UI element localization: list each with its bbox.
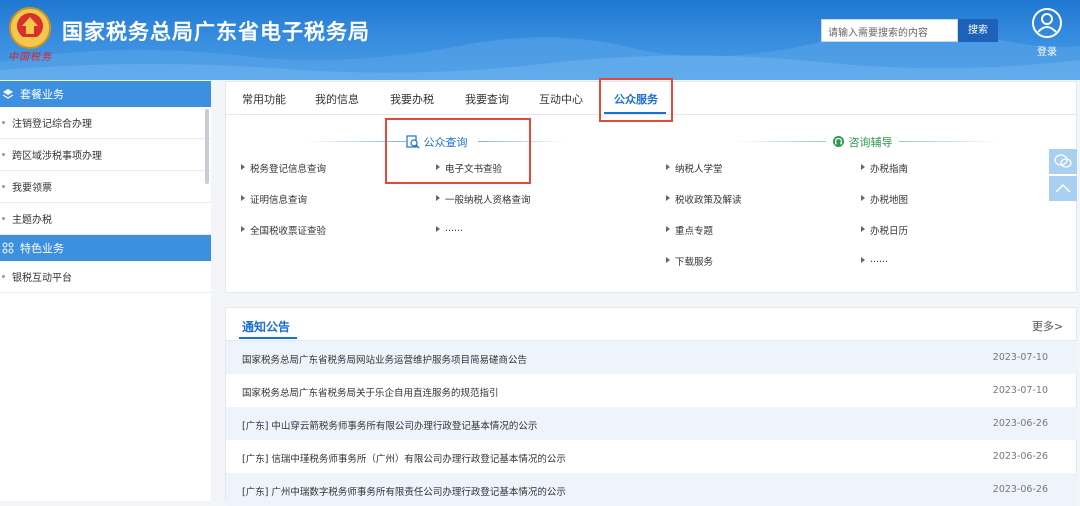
link-tax-registration-query[interactable]: 税务登记信息查询 bbox=[241, 161, 326, 175]
notice-row[interactable]: 国家税务总局广东省税务局网站业务运营维护服务项目简易磋商公告 2023-07-1… bbox=[226, 341, 1078, 374]
divider-line bbox=[899, 141, 999, 142]
notice-title-underline bbox=[239, 337, 297, 339]
sidebar-item-label: 跨区域涉税事项办理 bbox=[12, 151, 102, 162]
chat-icon bbox=[1054, 154, 1072, 168]
headset-icon bbox=[833, 136, 844, 147]
tab-tax-handling[interactable]: 我要办税 bbox=[390, 91, 434, 107]
notice-date: 2023-06-26 bbox=[992, 418, 1048, 429]
link-tax-receipt-check[interactable]: 全国税收票证查验 bbox=[241, 223, 326, 237]
notice-text[interactable]: 国家税务总局广东省税务局网站业务运营维护服务项目简易磋商公告 bbox=[242, 352, 527, 366]
tax-emblem-icon bbox=[9, 7, 51, 49]
link-e-document-check[interactable]: 电子文书查验 bbox=[436, 161, 502, 175]
notice-text[interactable]: [广东] 信瑞中瑾税务师事务所（广州）有限公司办理行政登记基本情况的公示 bbox=[242, 451, 566, 465]
chat-float-button[interactable] bbox=[1049, 149, 1077, 174]
notice-date: 2023-07-10 bbox=[992, 385, 1048, 396]
link-certificate-query[interactable]: 证明信息查询 bbox=[241, 192, 307, 206]
notice-date: 2023-06-26 bbox=[992, 484, 1048, 495]
brand-seal: 中国税务 bbox=[8, 52, 52, 63]
notice-panel: 通知公告 更多> 国家税务总局广东省税务局网站业务运营维护服务项目简易磋商公告 … bbox=[225, 307, 1078, 506]
link-tax-map[interactable]: 办税地图 bbox=[861, 192, 908, 206]
notice-row[interactable]: 国家税务总局广东省税务局关于乐企自用直连服务的规范指引 2023-07-10 bbox=[226, 374, 1078, 407]
link-tax-calendar[interactable]: 办税日历 bbox=[861, 223, 908, 237]
notice-row[interactable]: [广东] 广州中瑞数字税务师事务所有限责任公司办理行政登记基本情况的公示 202… bbox=[226, 473, 1078, 506]
service-panel: 常用功能 我的信息 我要办税 我要查询 互动中心 公众服务 公众查询 税务登记信… bbox=[225, 78, 1078, 293]
link-tax-policy[interactable]: 税收政策及解读 bbox=[666, 192, 742, 206]
login-button[interactable]: 登录 bbox=[1030, 8, 1064, 58]
sidebar-item-invoice[interactable]: 我要领票 bbox=[0, 171, 211, 203]
tab-my-info[interactable]: 我的信息 bbox=[315, 91, 359, 107]
notice-text[interactable]: [广东] 中山穿云箭税务师事务所有限公司办理行政登记基本情况的公示 bbox=[242, 418, 537, 432]
login-label: 登录 bbox=[1037, 47, 1057, 58]
sidebar: 套餐业务 注销登记综合办理 跨区域涉税事项办理 我要领票 主题办税 特色业务 银… bbox=[0, 81, 211, 501]
notice-row[interactable]: [广东] 信瑞中瑾税务师事务所（广州）有限公司办理行政登记基本情况的公示 202… bbox=[226, 440, 1078, 473]
link-more-query[interactable]: ...... bbox=[436, 223, 463, 234]
bullet-icon bbox=[2, 153, 5, 156]
bullet-icon bbox=[2, 217, 5, 220]
search-input[interactable]: 请输入需要搜索的内容 bbox=[821, 19, 958, 42]
link-tax-guide[interactable]: 办税指南 bbox=[861, 161, 908, 175]
consult-heading: 咨询辅导 bbox=[832, 134, 893, 150]
user-icon bbox=[1032, 8, 1062, 38]
sidebar-scrollbar[interactable] bbox=[205, 109, 209, 184]
tab-query[interactable]: 我要查询 bbox=[465, 91, 509, 107]
link-download-service[interactable]: 下载服务 bbox=[666, 254, 713, 268]
consult-title: 咨询辅导 bbox=[848, 136, 893, 149]
sidebar-item-deregistration[interactable]: 注销登记综合办理 bbox=[0, 107, 211, 139]
divider-line bbox=[736, 141, 826, 142]
site-title: 国家税务总局广东省电子税务局 bbox=[62, 20, 370, 44]
sidebar-section-title: 套餐业务 bbox=[20, 88, 64, 101]
notice-title: 通知公告 bbox=[242, 320, 291, 334]
bullet-icon bbox=[2, 185, 5, 188]
sidebar-item-label: 银税互动平台 bbox=[12, 273, 72, 284]
sidebar-item-label: 我要领票 bbox=[12, 183, 52, 194]
notice-row[interactable]: [广东] 中山穿云箭税务师事务所有限公司办理行政登记基本情况的公示 2023-0… bbox=[226, 407, 1078, 440]
highlight-box-tab bbox=[599, 78, 673, 122]
sidebar-item-theme[interactable]: 主题办税 bbox=[0, 203, 211, 235]
sidebar-section-title: 特色业务 bbox=[20, 242, 64, 255]
sidebar-item-bank-tax[interactable]: 银税互动平台 bbox=[0, 261, 211, 293]
tab-interaction[interactable]: 互动中心 bbox=[539, 91, 583, 107]
chevron-up-icon bbox=[1055, 183, 1071, 193]
layers-icon bbox=[2, 89, 14, 99]
notice-date: 2023-07-10 bbox=[992, 352, 1048, 363]
grid-icon bbox=[2, 242, 14, 254]
notice-date: 2023-06-26 bbox=[992, 451, 1048, 462]
sidebar-item-label: 注销登记综合办理 bbox=[12, 119, 92, 130]
bullet-icon bbox=[2, 275, 5, 278]
sidebar-item-label: 主题办税 bbox=[12, 215, 52, 226]
sidebar-item-cross-region[interactable]: 跨区域涉税事项办理 bbox=[0, 139, 211, 171]
tab-common[interactable]: 常用功能 bbox=[242, 91, 286, 107]
sidebar-section-package[interactable]: 套餐业务 bbox=[0, 81, 211, 107]
notice-text[interactable]: 国家税务总局广东省税务局关于乐企自用直连服务的规范指引 bbox=[242, 385, 499, 399]
bullet-icon bbox=[2, 121, 5, 124]
sidebar-section-special[interactable]: 特色业务 bbox=[0, 235, 211, 261]
back-to-top-button[interactable] bbox=[1049, 176, 1077, 201]
link-more-consult[interactable]: ...... bbox=[861, 254, 888, 265]
search-button[interactable]: 搜索 bbox=[958, 19, 998, 42]
notice-text[interactable]: [广东] 广州中瑞数字税务师事务所有限责任公司办理行政登记基本情况的公示 bbox=[242, 484, 566, 498]
more-link[interactable]: 更多> bbox=[1032, 318, 1063, 334]
link-general-taxpayer-query[interactable]: 一般纳税人资格查询 bbox=[436, 192, 531, 206]
link-taxpayer-school[interactable]: 纳税人学堂 bbox=[666, 161, 723, 175]
link-key-topics[interactable]: 重点专题 bbox=[666, 223, 713, 237]
site-header: 中国税务 国家税务总局广东省电子税务局 请输入需要搜索的内容 搜索 登录 bbox=[0, 0, 1080, 80]
